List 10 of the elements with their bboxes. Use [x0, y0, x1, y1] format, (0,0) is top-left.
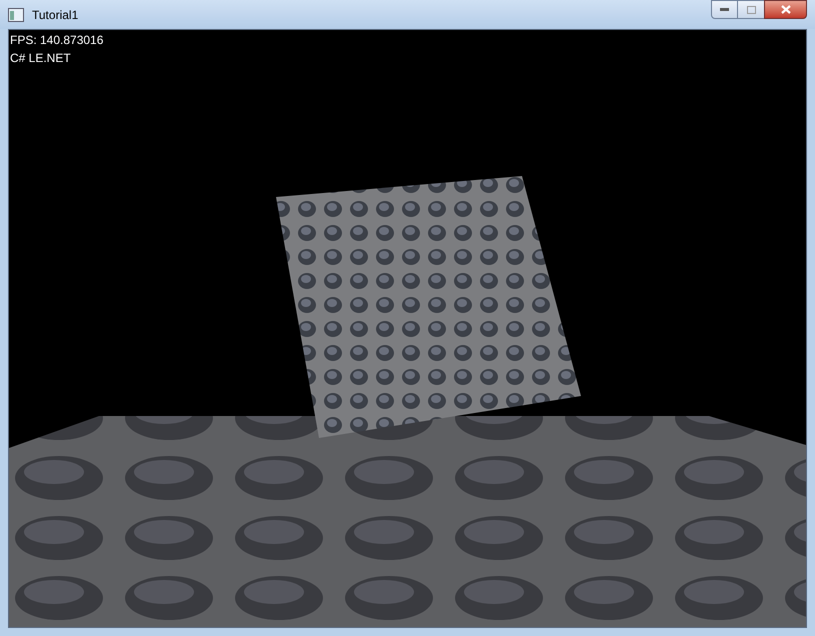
minimize-icon — [720, 8, 729, 11]
minimize-button[interactable] — [711, 0, 738, 19]
close-button[interactable] — [764, 0, 807, 19]
overlay-text: FPS: 140.873016 — [10, 33, 104, 48]
window-icon — [8, 8, 24, 22]
overlay-text: C# LE.NET — [10, 51, 72, 66]
maximize-icon — [746, 6, 756, 14]
window-title: Tutorial1 — [32, 6, 78, 24]
maximize-button[interactable] — [738, 0, 764, 19]
close-icon — [780, 5, 790, 14]
